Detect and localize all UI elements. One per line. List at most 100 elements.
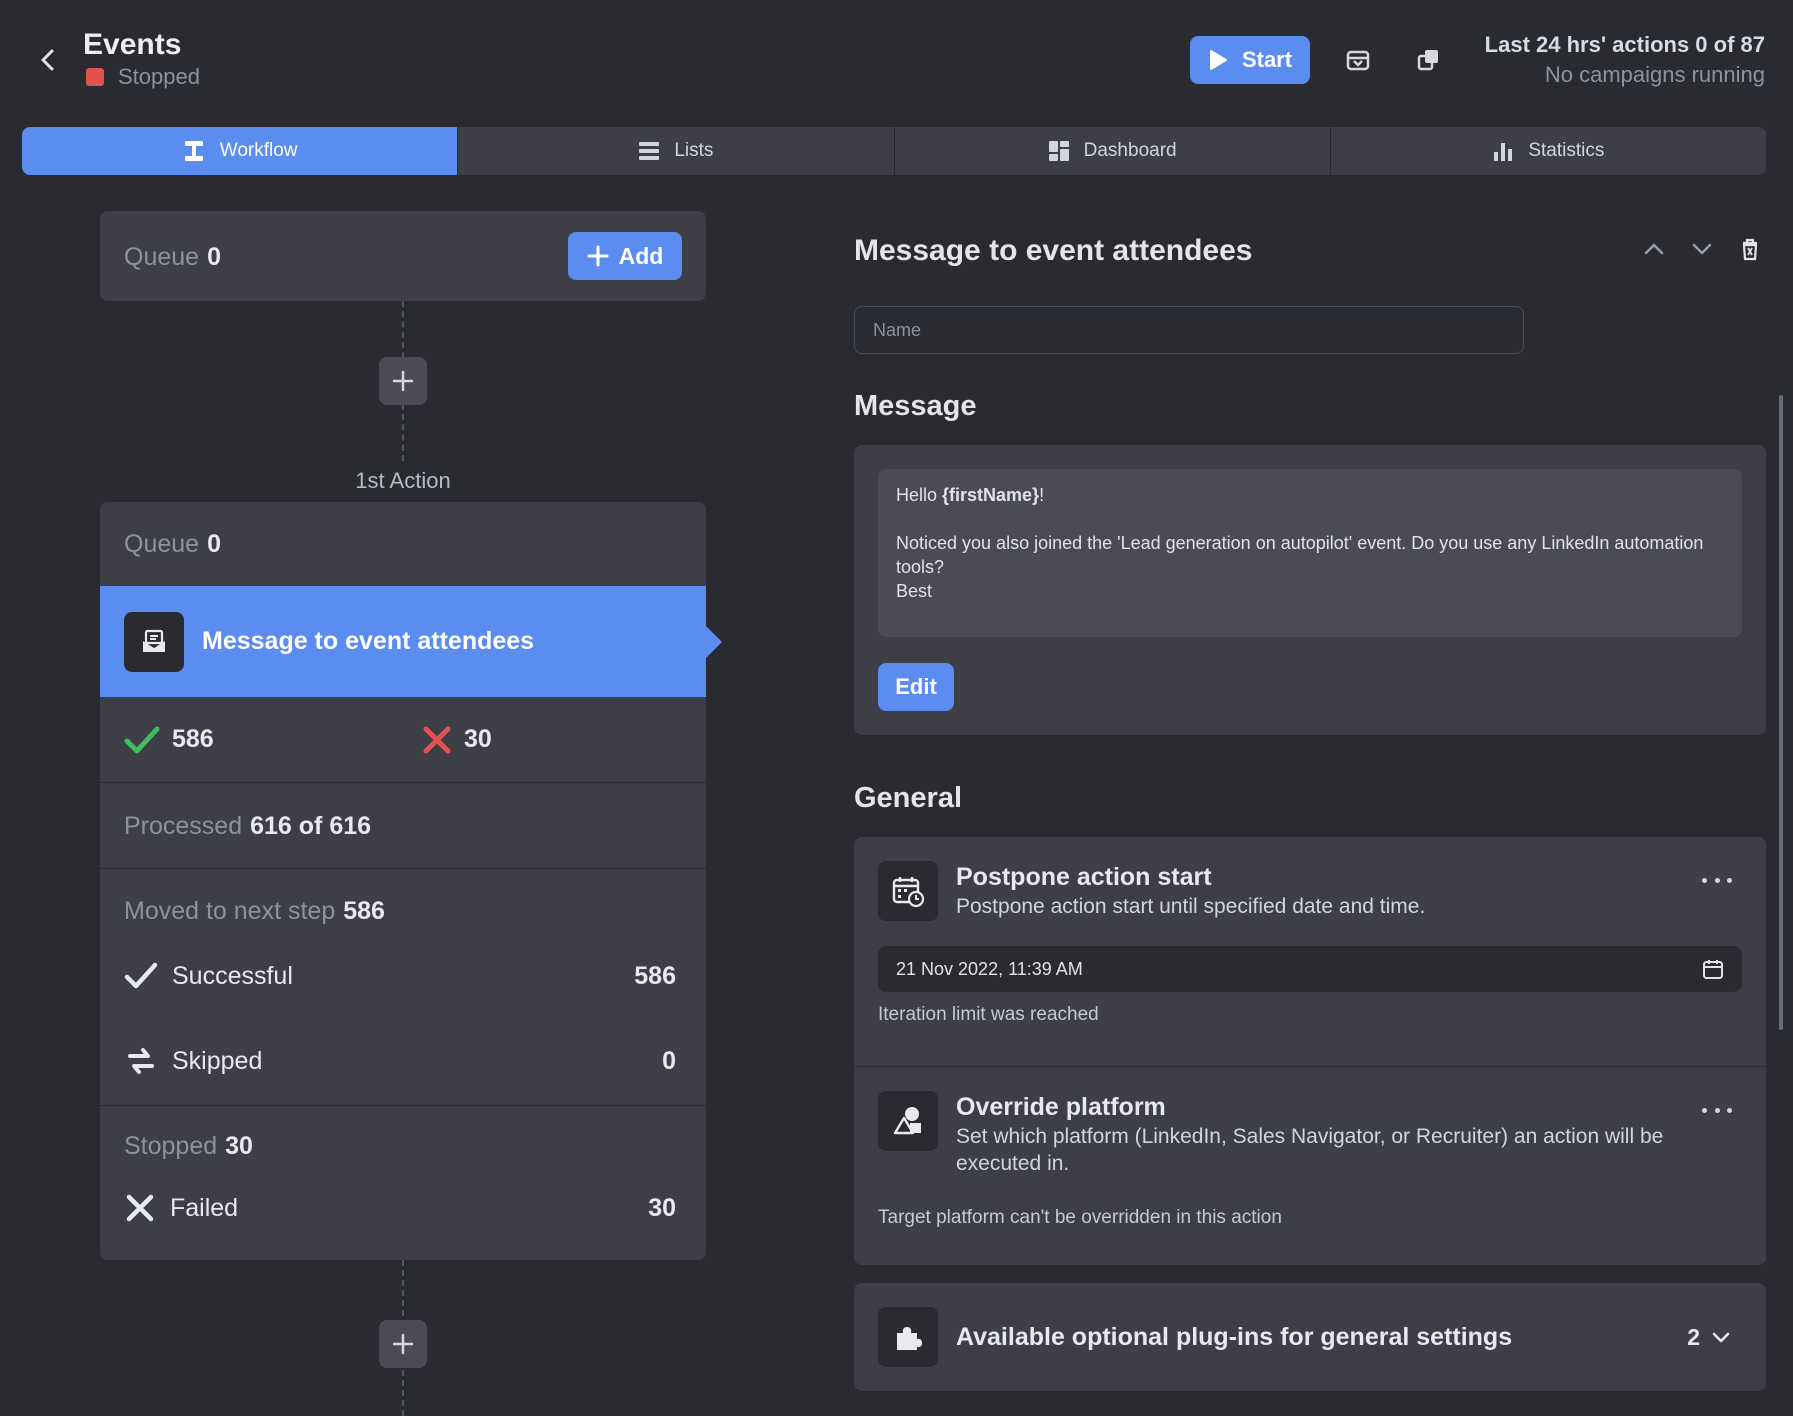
stopped-label: Stopped xyxy=(124,1132,218,1160)
more-options-icon[interactable] xyxy=(1702,870,1732,890)
stopped-section: Stopped 30 Failed 30 xyxy=(100,1106,706,1260)
message-icon xyxy=(124,611,184,672)
scrollbar[interactable] xyxy=(1779,395,1783,1030)
plus-icon xyxy=(392,1333,414,1355)
plus-icon xyxy=(587,245,609,267)
general-section-title: General xyxy=(854,782,962,814)
moved-label: Moved to next step xyxy=(124,897,336,925)
dashboard-icon xyxy=(1048,141,1069,161)
postpone-date-field[interactable]: 21 Nov 2022, 11:39 AM xyxy=(878,946,1742,992)
tab-dashboard[interactable]: Dashboard xyxy=(895,127,1331,175)
postpone-description: Postpone action start until specified da… xyxy=(956,895,1426,918)
puzzle-icon xyxy=(878,1307,938,1367)
failed-label: Failed xyxy=(170,1193,239,1222)
tab-statistics[interactable]: Statistics xyxy=(1331,127,1766,175)
duplicate-icon[interactable] xyxy=(1413,44,1445,76)
successful-value: 586 xyxy=(634,961,676,990)
action-card: Queue 0 Message to event attendees 586 30… xyxy=(100,502,722,1260)
successful-label: Successful xyxy=(172,961,293,990)
tab-label: Dashboard xyxy=(1083,140,1177,161)
calendar-icon xyxy=(1703,960,1723,979)
first-name-variable: {firstName} xyxy=(942,485,1040,505)
bar-chart-icon xyxy=(1494,143,1513,161)
trash-icon[interactable] xyxy=(1737,236,1763,262)
status-label: Stopped xyxy=(118,64,200,89)
queue-count: 0 xyxy=(207,530,221,558)
add-button[interactable]: Add xyxy=(568,232,682,280)
checkmark-icon xyxy=(124,726,160,753)
moved-section: Moved to next step 586 Successful 586 Ski… xyxy=(100,869,706,1106)
workflow-icon xyxy=(184,141,203,161)
message-panel: Hello {firstName}! Noticed you also join… xyxy=(854,445,1766,735)
action-limits: Last 24 hrs' actions 0 of 87 No campaign… xyxy=(1485,32,1765,88)
queue-label: Queue 0 xyxy=(124,243,221,271)
message-greeting: Hello {firstName}! xyxy=(896,485,1045,505)
play-icon xyxy=(1209,50,1227,70)
plugins-expander[interactable]: Available optional plug-ins for general … xyxy=(854,1283,1766,1391)
action-order-label: 1st Action xyxy=(355,468,451,493)
plugins-count: 2 xyxy=(1687,1324,1732,1351)
chevron-up-icon[interactable] xyxy=(1641,236,1667,262)
campaign-status: Stopped xyxy=(86,64,200,90)
more-options-icon[interactable] xyxy=(1702,1100,1732,1120)
failed-value: 30 xyxy=(648,1193,676,1222)
successful-stat: Successful 586 xyxy=(124,961,676,991)
general-settings-panel: Postpone action start Postpone action st… xyxy=(854,837,1766,1265)
plus-icon xyxy=(392,370,414,392)
message-section-title: Message xyxy=(854,390,977,422)
moved-value: 586 xyxy=(343,897,385,925)
detail-title: Message to event attendees xyxy=(854,234,1253,267)
campaign-title: Events xyxy=(83,28,182,61)
chevron-down-icon[interactable] xyxy=(1689,236,1715,262)
shapes-icon xyxy=(878,1091,938,1151)
insert-step-button[interactable] xyxy=(379,357,427,405)
view-tabs: Workflow Lists Dashboard Statistics xyxy=(22,127,1766,175)
action-result-counts: 586 30 xyxy=(100,697,706,783)
cross-icon xyxy=(126,1194,154,1222)
processed-label: Processed xyxy=(124,812,243,840)
selected-action-message[interactable]: Message to event attendees xyxy=(100,586,722,697)
calendar-clock-icon xyxy=(878,861,938,921)
start-button[interactable]: Start xyxy=(1190,36,1310,84)
processed-row: Processed 616 of 616 xyxy=(100,783,706,869)
stopped-status-icon xyxy=(86,68,104,86)
skipped-label: Skipped xyxy=(172,1046,263,1075)
add-button-label: Add xyxy=(618,242,664,269)
override-title: Override platform xyxy=(956,1093,1166,1121)
iteration-limit-note: Iteration limit was reached xyxy=(878,1004,1099,1025)
checkmark-icon xyxy=(124,962,158,989)
stopped-value: 30 xyxy=(225,1132,253,1160)
tab-lists[interactable]: Lists xyxy=(458,127,895,175)
archive-icon[interactable] xyxy=(1342,44,1374,76)
back-arrow-icon[interactable] xyxy=(30,42,66,78)
start-button-label: Start xyxy=(1241,47,1293,72)
edit-message-button[interactable]: Edit xyxy=(878,663,954,711)
tab-label: Statistics xyxy=(1528,140,1605,161)
message-body: Noticed you also joined the 'Lead genera… xyxy=(896,533,1704,577)
message-signoff: Best xyxy=(896,581,933,601)
chevron-down-icon xyxy=(1712,1332,1730,1343)
tab-workflow[interactable]: Workflow xyxy=(22,127,459,175)
postpone-date-value: 21 Nov 2022, 11:39 AM xyxy=(896,958,1083,979)
action-name-input[interactable] xyxy=(854,306,1524,354)
header: Events Stopped Start Last 24 hrs' action… xyxy=(0,0,1793,120)
list-icon xyxy=(639,142,660,160)
success-count: 586 xyxy=(124,725,422,755)
tab-label: Lists xyxy=(674,140,714,161)
insert-step-button[interactable] xyxy=(379,1320,427,1368)
fail-count: 30 xyxy=(422,725,492,755)
skipped-stat: Skipped 0 xyxy=(124,1044,676,1078)
plugins-title: Available optional plug-ins for general … xyxy=(956,1322,1513,1351)
detail-toolbar xyxy=(1641,236,1763,262)
message-preview: Hello {firstName}! Noticed you also join… xyxy=(878,469,1742,637)
campaign-queue-card: Queue 0 Add xyxy=(100,211,706,301)
skip-arrows-icon xyxy=(128,1048,154,1074)
override-description: Set which platform (LinkedIn, Sales Navi… xyxy=(956,1125,1664,1175)
override-platform-setting: Override platform Set which platform (Li… xyxy=(854,1067,1766,1265)
actions-limit-text: Last 24 hrs' actions 0 of 87 xyxy=(1484,32,1765,57)
campaigns-running-text: No campaigns running xyxy=(1544,62,1765,87)
queue-label: Queue 0 xyxy=(124,530,221,558)
queue-count: 0 xyxy=(207,243,221,271)
postpone-title: Postpone action start xyxy=(956,863,1212,891)
action-title: Message to event attendees xyxy=(202,627,535,655)
